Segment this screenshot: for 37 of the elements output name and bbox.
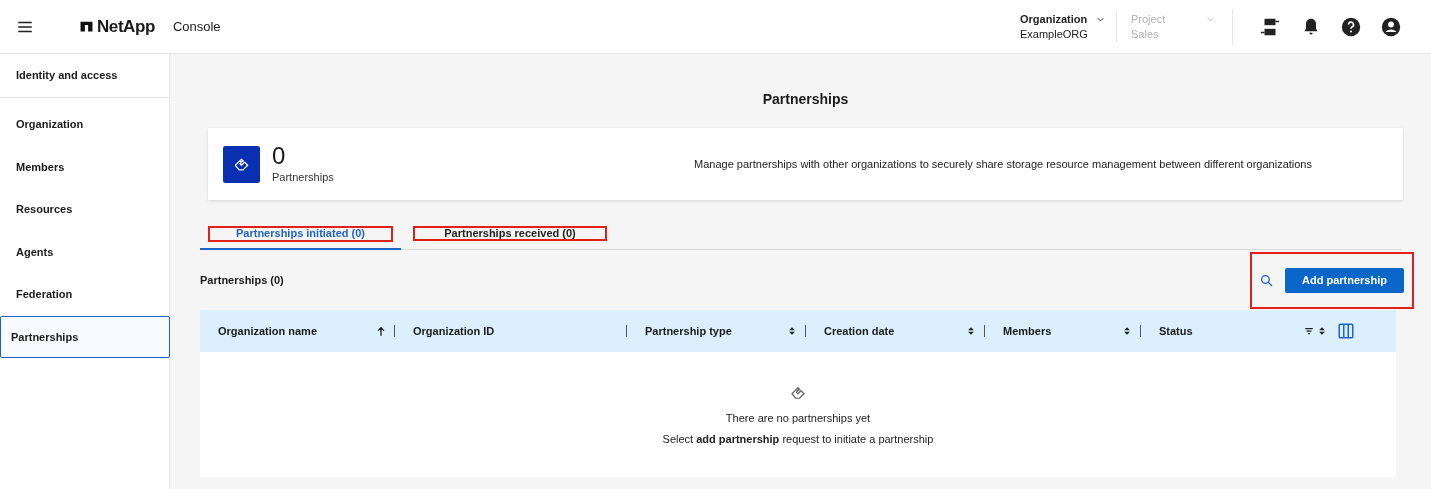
partnership-count: 0: [272, 142, 287, 169]
sidebar-item[interactable]: Organization: [0, 103, 169, 146]
filter-icon[interactable]: [1304, 326, 1314, 336]
product-name: Console: [172, 17, 221, 36]
sort-icon[interactable]: [1317, 325, 1327, 337]
section-title: Partnerships (0): [200, 272, 284, 288]
help-icon[interactable]: [1341, 16, 1361, 37]
sort-icon[interactable]: [787, 325, 797, 337]
search-icon[interactable]: [1260, 273, 1273, 287]
summary-description: Manage partnerships with other organizations to securely share storage resource management between different organizations: [694, 156, 1312, 172]
tab[interactable]: Partnerships received (0): [405, 218, 615, 249]
sidebar-item[interactable]: Members: [0, 145, 169, 188]
tab[interactable]: Partnerships initiated (0): [200, 218, 401, 250]
column-header[interactable]: Creation date: [824, 322, 966, 340]
column-header[interactable]: Organization ID: [413, 322, 618, 340]
logo-icon: [79, 20, 94, 33]
sidebar-item[interactable]: Partnerships: [0, 315, 170, 358]
column-header[interactable]: Status: [1159, 322, 1304, 340]
sidebar-item[interactable]: Resources: [0, 188, 169, 231]
sidebar-item[interactable]: Agents: [0, 230, 169, 273]
columns-icon[interactable]: [1337, 322, 1355, 340]
add-partnership-button[interactable]: Add partnership: [1285, 267, 1404, 293]
page-title: Partnerships: [762, 90, 849, 109]
sort-icon[interactable]: [1122, 325, 1132, 337]
column-header[interactable]: Organization name: [218, 322, 376, 340]
empty-state-title: There are no partnerships yet: [725, 411, 871, 426]
column-header[interactable]: Partnership type: [645, 322, 787, 340]
user-account-icon[interactable]: [1381, 16, 1401, 37]
sort-ascending-icon[interactable]: [376, 325, 386, 337]
sidebar-item[interactable]: Federation: [0, 273, 169, 316]
organization-selector[interactable]: Organization ExampleORG: [1006, 11, 1112, 42]
sidebar-heading: Identity and access: [0, 54, 169, 98]
column-header[interactable]: Members: [1003, 322, 1122, 340]
sort-icon[interactable]: [966, 325, 976, 337]
empty-state-hint: Select add partnership request to initiate a partnership: [662, 431, 934, 447]
brand-name: NetApp: [97, 15, 155, 38]
count-label: Partnerships: [272, 169, 334, 185]
